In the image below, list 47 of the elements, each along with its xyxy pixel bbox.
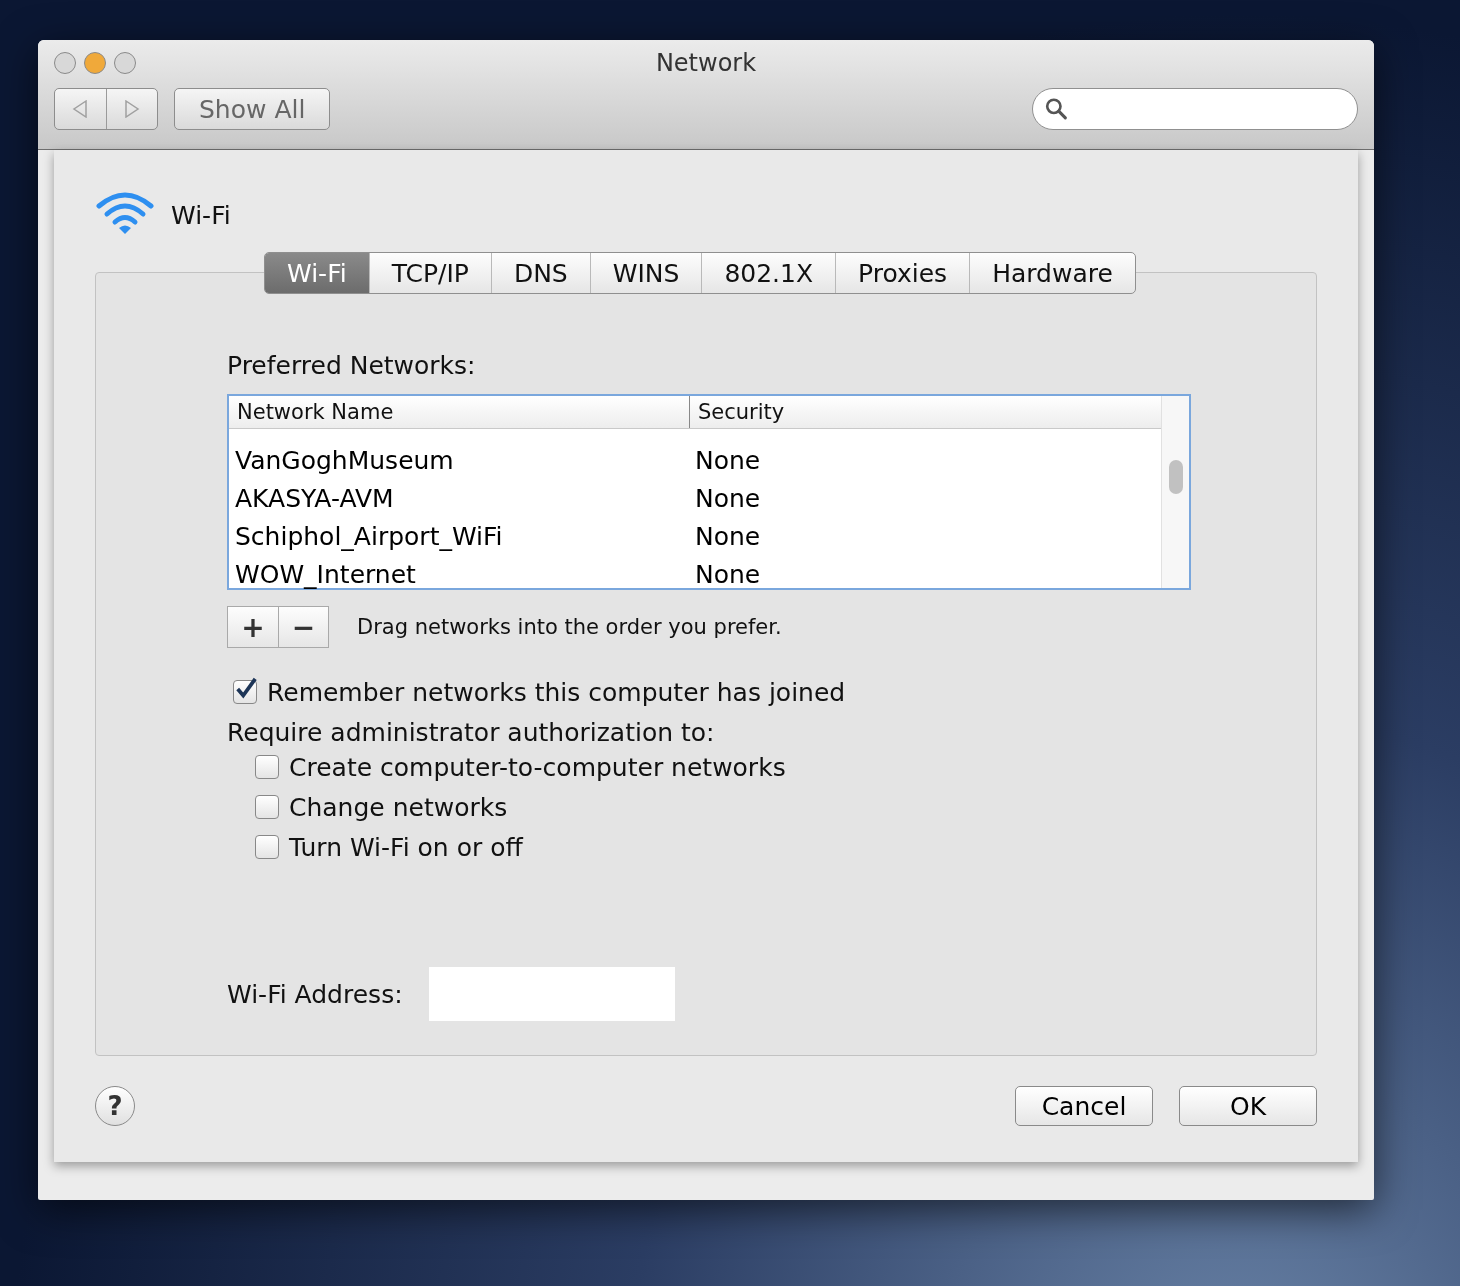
tab[interactable]: WINS <box>589 253 702 293</box>
column-header[interactable]: Security <box>689 396 1159 428</box>
checkbox-label: Remember networks this computer has joined <box>267 677 846 707</box>
checkbox[interactable] <box>255 755 279 779</box>
hint-text: Drag networks into the order you prefer. <box>357 615 782 639</box>
address-field[interactable] <box>428 967 675 1021</box>
help-button[interactable]: ? <box>95 1086 135 1126</box>
dialog-button[interactable]: OK <box>1179 1086 1317 1126</box>
show-all-button[interactable]: Show All <box>174 88 331 130</box>
right-triangle-icon <box>123 100 140 118</box>
tab[interactable]: TCP/IP <box>368 253 491 293</box>
service-name: Wi-Fi <box>171 200 231 230</box>
table-cell-text: Schiphol_Airport_WiFi <box>234 521 504 551</box>
scrollbar[interactable] <box>1161 396 1189 588</box>
table-cell-text: WOW_Internet <box>234 559 417 589</box>
remove-button[interactable]: − <box>278 607 328 647</box>
search-icon <box>1045 96 1068 122</box>
table-cell-text: AKASYA-AVM <box>234 483 395 513</box>
tab[interactable]: 802.1X <box>701 253 836 293</box>
section-title: Require administrator authorization to: <box>227 718 716 747</box>
dialog-button[interactable]: Cancel <box>1015 1086 1153 1126</box>
zoom-button[interactable] <box>114 52 136 74</box>
table-cell-text: VanGoghMuseum <box>234 445 455 475</box>
checkbox[interactable] <box>255 795 279 819</box>
checkbox-label: Turn Wi-Fi on or off <box>289 832 523 862</box>
tab[interactable]: DNS <box>490 253 590 293</box>
table-cell-text: None <box>694 559 762 589</box>
tab[interactable]: Hardware <box>969 253 1135 293</box>
checkbox[interactable] <box>255 835 279 859</box>
column-header[interactable]: Network Name <box>229 396 689 428</box>
close-button[interactable] <box>54 52 76 74</box>
left-triangle-icon <box>72 100 89 118</box>
tab[interactable]: Proxies <box>835 253 970 293</box>
table-cell-text: None <box>694 483 762 513</box>
section-title: Preferred Networks: <box>227 351 477 380</box>
table-cell-text: None <box>694 521 762 551</box>
add-button[interactable]: + <box>228 607 278 647</box>
scrollbar-thumb[interactable] <box>1168 460 1183 494</box>
table-cell-text: None <box>694 445 762 475</box>
checkbox[interactable] <box>233 680 257 704</box>
minimize-button[interactable] <box>84 52 106 74</box>
field-label: Wi-Fi Address: <box>227 979 403 1009</box>
checkbox-label: Change networks <box>289 792 508 822</box>
window-title: Network <box>655 49 757 77</box>
checkbox-label: Create computer-to-computer networks <box>289 752 786 782</box>
search-field[interactable] <box>1032 88 1358 130</box>
tab[interactable]: Wi-Fi <box>265 253 369 293</box>
